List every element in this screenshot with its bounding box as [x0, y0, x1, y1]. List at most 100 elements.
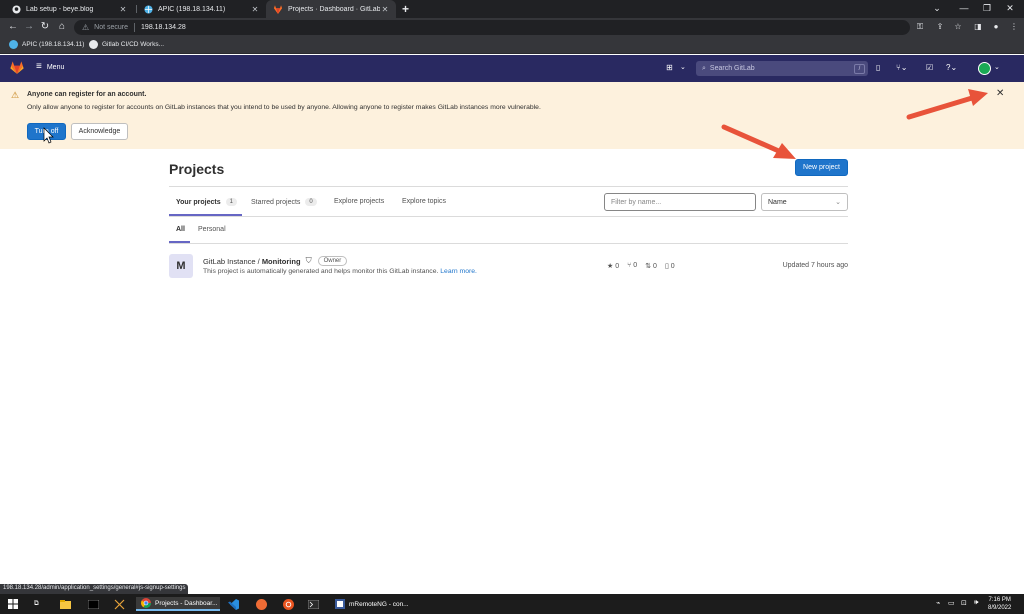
tab-label: Starred projects [251, 198, 301, 206]
help-icon[interactable]: ?⌄ [946, 63, 957, 72]
page-title: Projects [169, 161, 225, 177]
postman-icon[interactable] [256, 597, 267, 611]
tab-explore-topics[interactable]: Explore topics [402, 198, 446, 205]
merge-requests-icon[interactable]: ⑂⌄ [896, 63, 908, 72]
terminal-app-icon[interactable] [88, 597, 99, 611]
project-row[interactable]: M GitLab Instance / Monitoring ⛉ Owner T… [169, 252, 848, 282]
minimize-icon[interactable]: — [957, 3, 971, 13]
project-name: Monitoring [261, 256, 301, 266]
close-icon[interactable]: ✕ [996, 88, 1004, 99]
usb-icon[interactable]: ⌁ [936, 599, 940, 607]
chrome-icon [140, 598, 151, 609]
volume-icon[interactable]: 🕪 [974, 599, 978, 607]
new-project-button[interactable]: New project [795, 159, 848, 176]
avatar[interactable] [978, 62, 991, 75]
back-icon[interactable]: ← [6, 21, 20, 32]
tab-your-projects[interactable]: Your projects 1 [176, 198, 237, 206]
warning-icon: ⚠ [11, 90, 20, 100]
new-tab-button[interactable]: + [402, 2, 409, 16]
tab-label: Projects · Dashboard · GitLab [288, 5, 380, 13]
search-input[interactable]: ⌕ Search GitLab / [696, 61, 868, 76]
description-text: This project is automatically generated … [203, 268, 439, 275]
role-badge: Owner [317, 256, 348, 266]
network-icon[interactable]: ⊡ [961, 599, 967, 607]
key-icon[interactable]: ⚿ [914, 22, 926, 32]
chevron-down-icon: ⌄ [835, 199, 841, 206]
windows-icon [8, 599, 18, 609]
url-field[interactable]: ⚠ Not secure 198.18.134.28 [74, 20, 910, 35]
merge-requests-stat[interactable]: ⇅ 0 [645, 262, 657, 270]
reload-icon[interactable]: ↻ [38, 21, 52, 32]
learn-more-link[interactable]: Learn more. [440, 268, 477, 275]
share-icon[interactable]: ⇪ [934, 22, 946, 31]
bookmark-apic[interactable]: APIC (198.18.134.11) [9, 40, 84, 49]
alert-title: Anyone can register for an account. [27, 91, 147, 98]
task-view-icon[interactable]: ⧉ [34, 597, 39, 611]
signup-warning-alert: ⚠ Anyone can register for an account. On… [0, 82, 1024, 149]
tab-label: APIC (198.18.134.11) [158, 5, 226, 13]
forward-icon[interactable]: → [22, 21, 36, 32]
turn-off-button[interactable]: Turn off [27, 123, 66, 140]
taskbar-chrome-item[interactable]: Projects - Dashboar... [136, 597, 220, 611]
mremoteng-icon [334, 599, 345, 610]
clock-date: 8/9/2022 [988, 605, 1012, 611]
forks-stat[interactable]: ⑂ 0 [627, 262, 637, 270]
profile-icon[interactable]: ● [990, 22, 1002, 31]
tab-explore-projects[interactable]: Explore projects [334, 198, 384, 205]
updated-timestamp: Updated 7 hours ago [782, 262, 848, 269]
tool-app-icon[interactable] [114, 597, 125, 611]
filter-by-name-input[interactable]: Filter by name... [604, 193, 756, 211]
sort-dropdown[interactable]: Name ⌄ [761, 193, 848, 211]
acknowledge-button[interactable]: Acknowledge [71, 123, 128, 140]
bookmark-label: Gitlab CI/CD Works... [102, 41, 165, 48]
project-name-link[interactable]: GitLab Instance / Monitoring ⛉ Owner [203, 256, 348, 266]
powershell-icon[interactable] [308, 597, 319, 611]
bookmark-label: APIC (198.18.134.11) [22, 41, 85, 48]
file-explorer-icon[interactable] [60, 597, 71, 611]
status-url-tooltip: 198.18.134.28/admin/application_settings… [0, 584, 189, 594]
create-new-icon[interactable]: ⊞ [666, 63, 673, 72]
project-stats: ★ 0 ⑂ 0 ⇅ 0 ▯ 0 [607, 262, 675, 270]
url-text: 198.18.134.28 [141, 24, 186, 31]
tab-label: Your projects [176, 198, 221, 206]
more-menu-icon[interactable]: ⋮ [1008, 22, 1020, 31]
close-icon[interactable]: ✕ [118, 5, 128, 14]
taskbar-item-label: mRemoteNG - con... [349, 600, 409, 608]
bookmark-gitlab-cicd[interactable]: Gitlab CI/CD Works... [89, 40, 164, 49]
home-icon[interactable]: ⌂ [55, 21, 69, 32]
browser-tab-apic[interactable]: APIC (198.18.134.11) ✕ [136, 0, 266, 18]
vscode-icon[interactable] [228, 597, 239, 611]
menu-button[interactable]: ≡ Menu [36, 62, 64, 72]
subtab-personal[interactable]: Personal [198, 226, 226, 233]
count-badge: 0 [305, 198, 317, 206]
search-placeholder: Search GitLab [709, 65, 755, 72]
tab-search-icon[interactable]: ⌄ [930, 3, 944, 14]
tab-starred-projects[interactable]: Starred projects 0 [251, 198, 317, 206]
side-panel-icon[interactable]: ◨ [972, 22, 984, 31]
start-button[interactable] [8, 597, 18, 611]
restore-icon[interactable]: ❐ [980, 3, 994, 14]
gitlab-logo-icon[interactable] [10, 61, 24, 76]
system-clock[interactable]: 7:16 PM 8/9/2022 [988, 596, 1011, 612]
shield-icon: ⛉ [305, 256, 312, 265]
issues-icon[interactable]: ▯ [876, 63, 880, 72]
taskbar-mremoteng-item[interactable]: mRemoteNG - con... [334, 597, 414, 611]
warning-icon: ⚠ [82, 23, 90, 32]
ubuntu-icon[interactable] [283, 597, 294, 611]
todo-icon[interactable]: ☑ [926, 63, 933, 72]
close-icon[interactable]: ✕ [250, 5, 260, 14]
browser-tab-gitlab[interactable]: Projects · Dashboard · GitLab ✕ [266, 0, 396, 18]
subtab-all[interactable]: All [176, 226, 185, 233]
stars-stat[interactable]: ★ 0 [607, 262, 619, 270]
sort-value: Name [768, 198, 787, 206]
star-icon[interactable]: ☆ [952, 22, 964, 31]
windows-taskbar: ⧉ Projects - Dashboar... mRemoteNG - con… [0, 594, 1024, 614]
close-window-icon[interactable]: ✕ [1003, 3, 1017, 14]
chevron-down-icon[interactable]: ⌄ [994, 63, 1000, 71]
issues-stat[interactable]: ▯ 0 [665, 262, 675, 270]
close-icon[interactable]: ✕ [380, 5, 390, 14]
battery-icon[interactable]: ▭ [948, 599, 955, 607]
browser-tab-lab-setup[interactable]: Lab setup - beye.blog ✕ [4, 0, 134, 18]
issues-count: 0 [670, 263, 675, 270]
project-avatar[interactable]: M [169, 254, 193, 278]
